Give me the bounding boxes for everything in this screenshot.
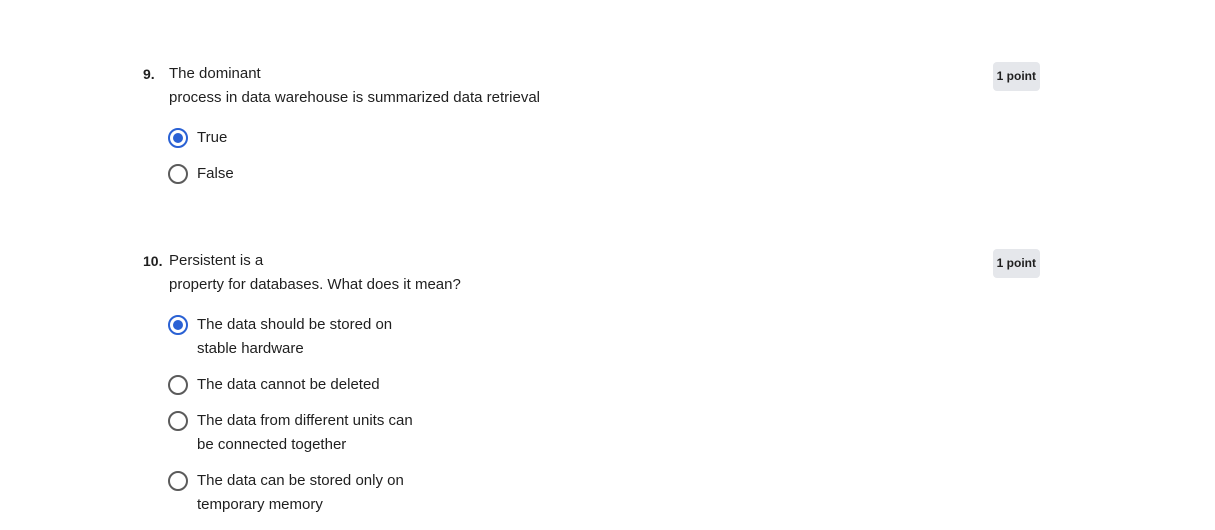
option-cannot-be-deleted[interactable]: The data cannot be deleted xyxy=(168,373,1040,397)
option-label: True xyxy=(197,129,228,146)
radio-dot-icon xyxy=(173,133,183,143)
radio-button-selected[interactable] xyxy=(168,128,188,148)
option-connected-together[interactable]: The data from different units can be con… xyxy=(168,409,1040,457)
option-label: False xyxy=(197,165,234,182)
question-header: 9. The dominant process in data warehous… xyxy=(143,62,1040,110)
option-label: The data should be stored on stable hard… xyxy=(197,316,393,357)
option-false[interactable]: False xyxy=(168,162,1040,186)
option-stored-stable-hardware[interactable]: The data should be stored on stable hard… xyxy=(168,313,1040,361)
question-number: 9. xyxy=(143,66,155,82)
radio-button[interactable] xyxy=(168,375,188,395)
options-list: True False xyxy=(168,126,1040,186)
option-true[interactable]: True xyxy=(168,126,1040,150)
radio-button[interactable] xyxy=(168,471,188,491)
option-label: The data from different units can be con… xyxy=(197,412,413,453)
option-temporary-memory[interactable]: The data can be stored only on temporary… xyxy=(168,469,1040,517)
radio-button-selected[interactable] xyxy=(168,315,188,335)
radio-dot-icon xyxy=(173,320,183,330)
question-10: 10. Persistent is a property for databas… xyxy=(143,249,1040,529)
question-header: 10. Persistent is a property for databas… xyxy=(143,249,1040,297)
question-number: 10. xyxy=(143,253,163,269)
radio-button[interactable] xyxy=(168,164,188,184)
option-label: The data can be stored only on temporary… xyxy=(197,472,404,513)
points-badge: 1 point xyxy=(992,249,1040,278)
question-text: Persistent is a property for databases. … xyxy=(169,252,461,293)
question-text: The dominant process in data warehouse i… xyxy=(169,65,541,106)
radio-button[interactable] xyxy=(168,411,188,431)
options-list: The data should be stored on stable hard… xyxy=(168,313,1040,517)
points-badge: 1 point xyxy=(992,62,1040,91)
question-9: 9. The dominant process in data warehous… xyxy=(143,62,1040,198)
option-label: The data cannot be deleted xyxy=(197,376,380,393)
